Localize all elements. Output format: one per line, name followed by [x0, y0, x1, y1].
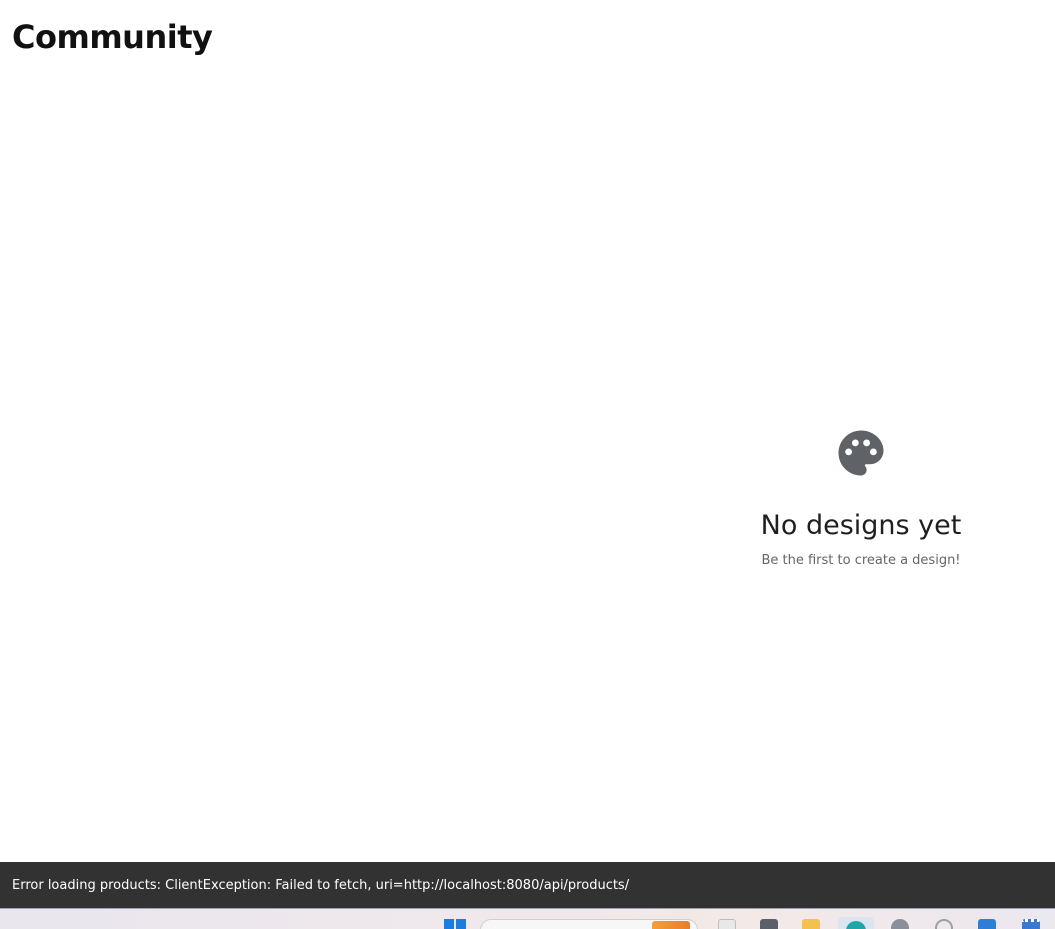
terminal-icon[interactable]: [760, 919, 778, 929]
file-explorer-icon[interactable]: [802, 919, 820, 929]
clock-icon[interactable]: [935, 919, 953, 929]
notepad-icon[interactable]: [718, 919, 736, 929]
page-title: Community: [12, 18, 213, 56]
snackbar-message: Error loading products: ClientException:…: [12, 877, 630, 893]
settings-icon[interactable]: [891, 919, 909, 929]
empty-state-title: No designs yet: [760, 510, 962, 541]
mail-icon[interactable]: [978, 919, 996, 929]
palette-icon: [838, 430, 884, 476]
empty-state: No designs yet Be the first to create a …: [668, 426, 1054, 568]
windows-start-icon[interactable]: [444, 919, 466, 929]
browser-icon[interactable]: [838, 917, 874, 929]
calendar-icon[interactable]: [1022, 919, 1040, 929]
app-window: Community No designs yet Be the first to…: [0, 0, 1055, 929]
os-taskbar: [0, 908, 1055, 929]
search-highlight-icon: [652, 921, 690, 929]
error-snackbar: Error loading products: ClientException:…: [0, 862, 1055, 908]
empty-state-subtitle: Be the first to create a design!: [761, 553, 961, 568]
